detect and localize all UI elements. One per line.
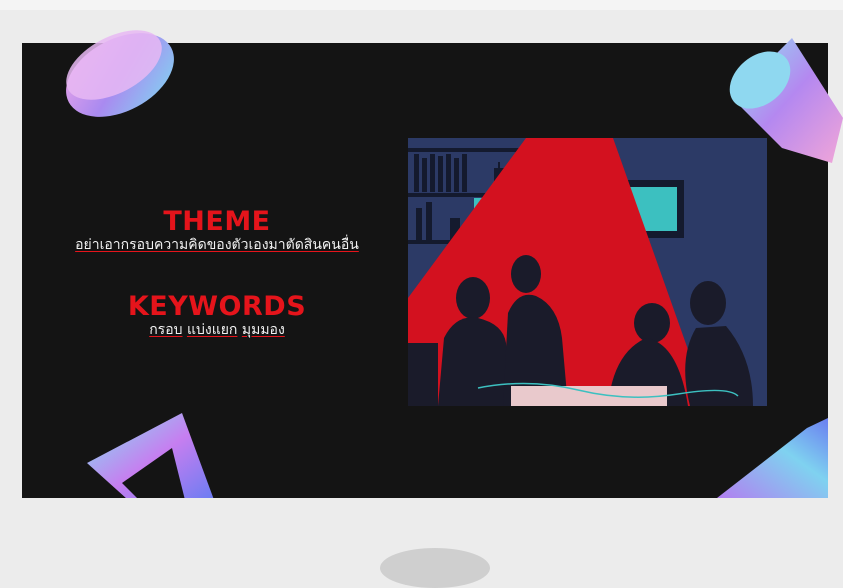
keywords-section: KEYWORDS กรอบ แบ่งแยก มุมมอง — [22, 293, 412, 339]
holographic-frame-icon — [87, 413, 214, 498]
theme-section: THEME อย่าเอากรอบความคิดของตัวเองมาตัดสิ… — [22, 208, 412, 254]
theme-heading: THEME — [163, 206, 271, 237]
theme-text: อย่าเอากรอบความคิดของตัวเองมาตัดสินคนอื่… — [75, 237, 359, 253]
keyword-item: แบ่งแยก — [186, 322, 238, 338]
bottom-decorative-shadow — [380, 548, 490, 588]
page-top-band — [0, 0, 843, 10]
keyword-item: มุมมอง — [241, 322, 285, 338]
keywords-list: กรอบ แบ่งแยก มุมมอง — [22, 321, 412, 339]
holographic-disc-icon — [66, 30, 174, 117]
desk — [511, 386, 667, 406]
holographic-prism-icon — [717, 418, 828, 498]
keyword-item: กรอบ — [149, 322, 183, 338]
office-meeting-illustration — [408, 138, 767, 406]
keywords-heading: KEYWORDS — [127, 291, 307, 322]
holographic-cylinder-icon — [729, 38, 843, 163]
